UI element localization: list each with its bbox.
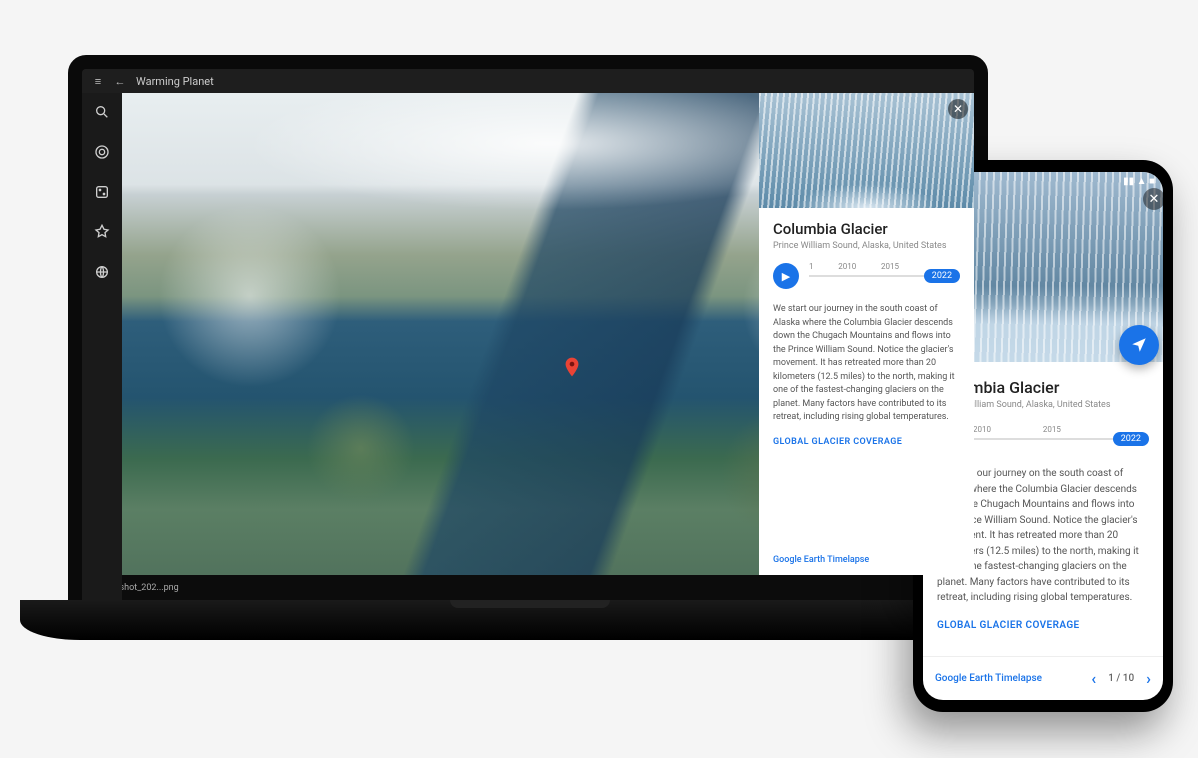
next-arrow-icon[interactable]: › bbox=[1146, 669, 1151, 688]
panel-hero-image: ✕ bbox=[759, 93, 974, 208]
search-icon[interactable] bbox=[93, 103, 111, 121]
coverage-link[interactable]: GLOBAL GLACIER COVERAGE bbox=[773, 437, 960, 447]
timeline-track[interactable]: 1 2010 2015 2022 bbox=[809, 275, 960, 277]
left-nav bbox=[82, 69, 122, 601]
phone-footer: Google Earth Timelapse ‹ 1 / 10 › bbox=[923, 656, 1163, 700]
menu-icon[interactable]: ≡ bbox=[92, 75, 104, 87]
timeline-active-year[interactable]: 2022 bbox=[1113, 432, 1149, 446]
location-pin-icon[interactable] bbox=[565, 357, 579, 371]
page-indicator: 1 / 10 bbox=[1108, 673, 1134, 684]
timeline-active-year[interactable]: 2022 bbox=[924, 269, 960, 283]
voyager-icon[interactable] bbox=[93, 143, 111, 161]
dice-icon[interactable] bbox=[93, 183, 111, 201]
earth-app: ≡ ← Warming Planet ◧ bbox=[82, 69, 974, 601]
coverage-link[interactable]: GLOBAL GLACIER COVERAGE bbox=[937, 620, 1149, 631]
close-icon[interactable]: ✕ bbox=[1143, 188, 1163, 210]
timeline-tick[interactable]: 2015 bbox=[881, 262, 899, 271]
laptop-device: ≡ ← Warming Planet ◧ bbox=[20, 55, 1040, 715]
close-icon[interactable]: ✕ bbox=[948, 99, 968, 119]
titlebar: ≡ ← Warming Planet bbox=[82, 69, 974, 93]
page-title: Warming Planet bbox=[136, 75, 214, 88]
timeline-tick[interactable]: 1 bbox=[809, 262, 814, 271]
play-button[interactable]: ▶ bbox=[773, 263, 799, 289]
back-arrow-icon[interactable]: ← bbox=[114, 75, 126, 87]
map-style-icon[interactable] bbox=[93, 263, 111, 281]
timeline-tick[interactable]: 2010 bbox=[838, 262, 856, 271]
timeline: ▶ 1 2010 2015 2022 bbox=[773, 263, 960, 289]
pager: ‹ 1 / 10 › bbox=[1091, 669, 1151, 688]
navigate-fab[interactable] bbox=[1119, 325, 1159, 365]
timeline-tick[interactable]: 2010 bbox=[973, 425, 991, 434]
footer-source[interactable]: Google Earth Timelapse bbox=[935, 673, 1042, 684]
place-title: Columbia Glacier bbox=[773, 220, 960, 238]
panel-footer[interactable]: Google Earth Timelapse bbox=[759, 545, 974, 575]
place-subtitle: Prince William Sound, Alaska, United Sta… bbox=[773, 241, 960, 251]
projects-icon[interactable] bbox=[93, 223, 111, 241]
info-panel: ✕ Columbia Glacier Prince William Sound,… bbox=[759, 93, 974, 575]
place-description: We start our journey in the south coast … bbox=[773, 303, 960, 425]
laptop-screen-bezel: ≡ ← Warming Planet ◧ bbox=[68, 55, 988, 615]
timeline-track[interactable]: 2010 2015 2022 bbox=[973, 438, 1149, 440]
prev-arrow-icon[interactable]: ‹ bbox=[1091, 669, 1096, 688]
os-taskbar: Screenshot_202...png bbox=[82, 575, 974, 601]
laptop-hinge bbox=[450, 600, 610, 608]
timeline-tick[interactable]: 2015 bbox=[1043, 425, 1061, 434]
